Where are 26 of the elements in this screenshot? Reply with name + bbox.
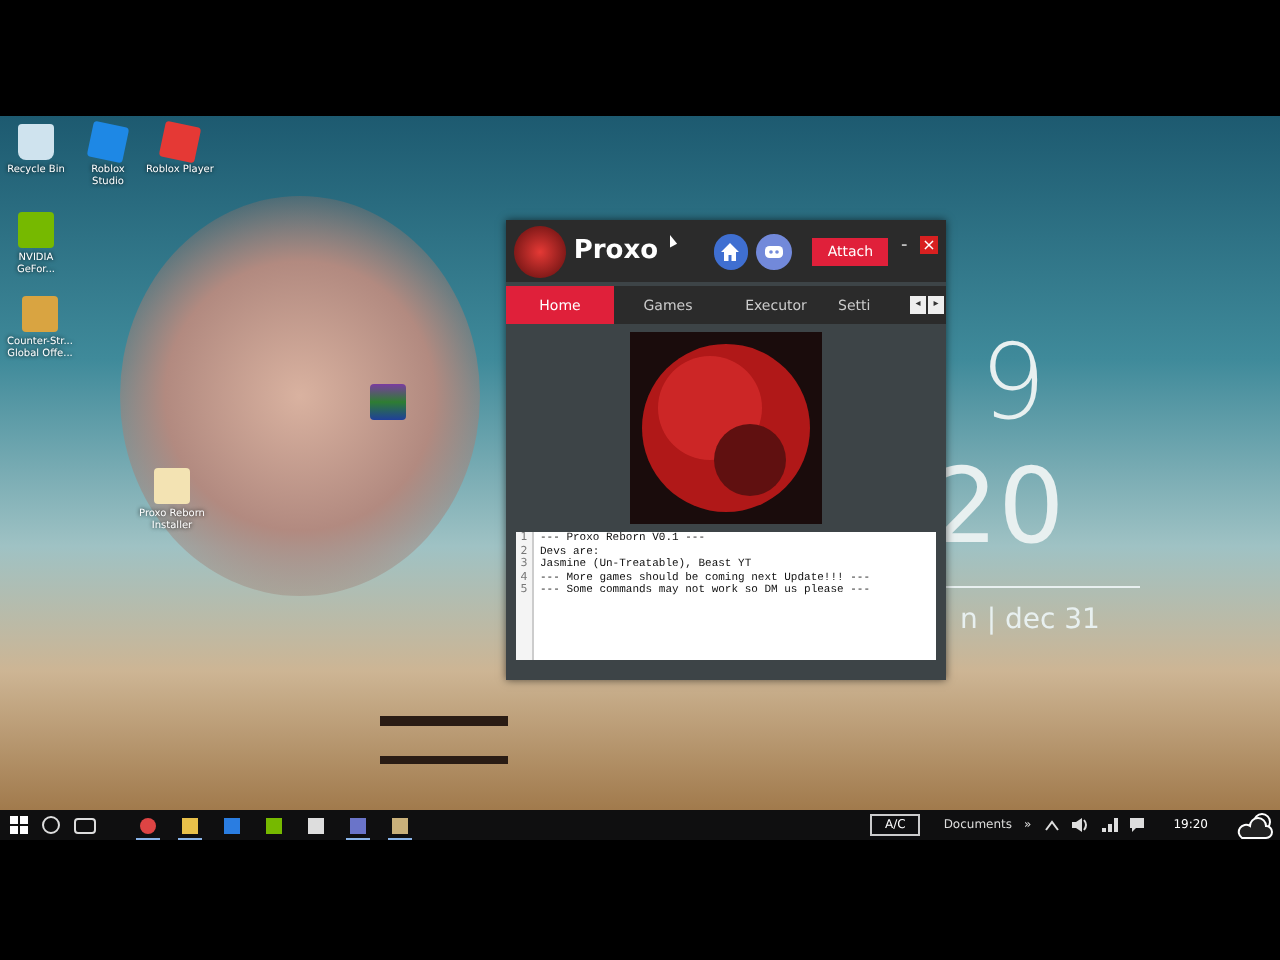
chevron-up-icon[interactable] (1043, 819, 1060, 831)
logo-icon (514, 225, 566, 277)
clock-digits: 9 (980, 332, 1047, 436)
app-tile-icon (266, 817, 282, 833)
notification-icon[interactable] (1127, 816, 1146, 834)
minimize-button[interactable]: - (896, 235, 913, 255)
app-tile-icon[interactable] (18, 212, 54, 248)
chat-button[interactable] (756, 233, 793, 269)
home-icon (718, 239, 743, 263)
app-tile-icon[interactable] (22, 296, 58, 332)
speaker-icon[interactable] (1069, 816, 1090, 834)
date-text: n | dec 31 (960, 604, 1100, 636)
home-button[interactable] (713, 233, 749, 269)
tilted-tile-icon[interactable] (86, 120, 130, 164)
start-icon[interactable] (10, 816, 28, 834)
task-view-icon[interactable] (74, 817, 96, 833)
bench-drawing (380, 716, 508, 764)
cloud-sun-icon[interactable] (1236, 811, 1276, 839)
tilted-tile-icon[interactable] (158, 120, 202, 164)
search-circle-icon[interactable] (42, 816, 60, 834)
window-title: Proxo (573, 236, 661, 266)
cursor-icon (669, 234, 678, 248)
recycle-bin-icon[interactable] (18, 124, 54, 160)
clock-digits: 20 (932, 456, 1065, 560)
network-icon[interactable] (1099, 816, 1118, 834)
close-button[interactable]: × (920, 236, 938, 254)
